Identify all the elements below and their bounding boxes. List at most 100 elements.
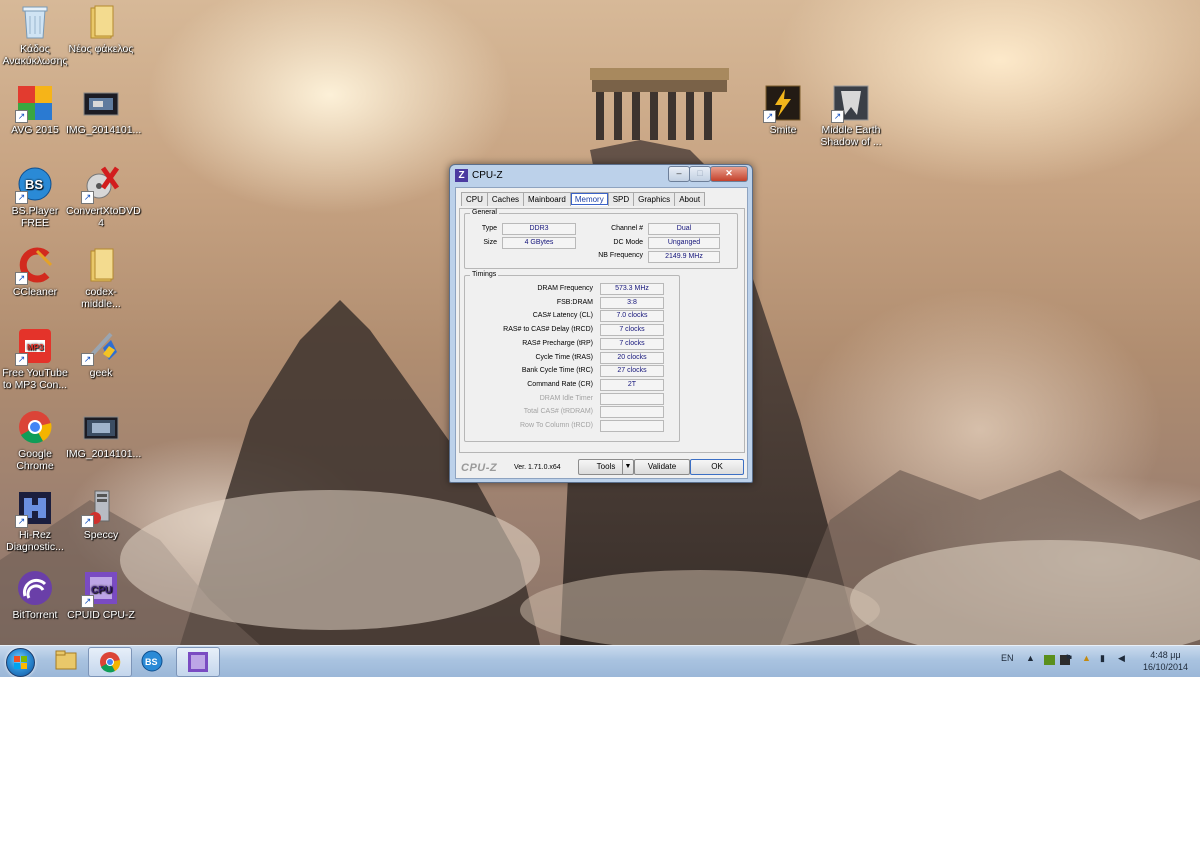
timing-label: Row To Column (tRCD) bbox=[520, 422, 593, 429]
bittorrent-icon bbox=[17, 570, 53, 606]
tab-caches[interactable]: Caches bbox=[486, 192, 525, 206]
timing-label: RAS# to CAS# Delay (tRCD) bbox=[503, 326, 593, 334]
chrome-icon bbox=[17, 409, 53, 445]
desktop-icon-codex-folder[interactable]: codex-middle... bbox=[66, 247, 136, 310]
nb-frequency-value: 2149.9 MHz bbox=[648, 251, 720, 263]
desktop-icon-label: IMG_2014101... bbox=[66, 448, 142, 460]
type-value: DDR3 bbox=[502, 223, 576, 235]
timing-value: 7 clocks bbox=[600, 324, 664, 337]
taskbar-google-chrome[interactable] bbox=[88, 647, 132, 677]
nvidia-icon[interactable] bbox=[1044, 655, 1055, 665]
bsplayer-icon: BS ↗ bbox=[15, 166, 53, 204]
folder-icon bbox=[83, 247, 119, 283]
taskbar-windows-explorer[interactable] bbox=[44, 647, 86, 675]
taskbar: BS EN ▲ ⚑ ▲ ▮ ◀ 4:48 μμ 16/10/2014 bbox=[0, 645, 1200, 677]
shortcut-arrow-icon: ↗ bbox=[15, 353, 28, 366]
tab-graphics[interactable]: Graphics bbox=[633, 192, 676, 206]
window-titlebar[interactable]: Z CPU-Z – □ ✕ bbox=[450, 165, 752, 186]
network-icon[interactable]: ▮ bbox=[1100, 653, 1105, 664]
clock[interactable]: 4:48 μμ 16/10/2014 bbox=[1143, 649, 1188, 673]
warning-icon[interactable]: ▲ bbox=[1082, 653, 1091, 663]
tab-mainboard[interactable]: Mainboard bbox=[523, 192, 571, 206]
hirez-icon: ↗ bbox=[15, 490, 53, 528]
tab-about[interactable]: About bbox=[674, 192, 706, 206]
desktop-icon-bittorrent[interactable]: BitTorrent bbox=[0, 570, 70, 621]
svg-text:CPU: CPU bbox=[91, 585, 112, 596]
close-button[interactable]: ✕ bbox=[710, 166, 748, 182]
shortcut-arrow-icon: ↗ bbox=[15, 110, 28, 123]
ok-button[interactable]: OK bbox=[690, 459, 744, 475]
tools-label: Tools bbox=[596, 462, 616, 471]
start-button[interactable] bbox=[6, 648, 35, 677]
image-file-icon bbox=[83, 409, 119, 445]
taskbar-bsplayer[interactable]: BS bbox=[132, 647, 174, 675]
desktop-icon-hirez-diagnostic[interactable]: ↗ Hi-Rez Diagnostic... bbox=[0, 490, 70, 553]
desktop-icon-smite[interactable]: ↗ Smite bbox=[748, 85, 818, 136]
desktop-icon-convertxtodvd[interactable]: ↗ ConvertXtoDVD 4 bbox=[66, 166, 141, 229]
tools-button[interactable]: Tools ▼ bbox=[578, 459, 634, 475]
mp3-icon: MP3 ↗ bbox=[15, 328, 53, 366]
dc-mode-label: DC Mode bbox=[613, 239, 643, 246]
timing-label: DRAM Frequency bbox=[537, 285, 593, 292]
volume-icon[interactable]: ◀ bbox=[1118, 653, 1125, 664]
desktop-icon-avg-2015[interactable]: ↗ AVG 2015 bbox=[0, 85, 70, 136]
size-label: Size bbox=[483, 239, 497, 246]
desktop-icon-ccleaner[interactable]: ↗ CCleaner bbox=[0, 247, 70, 298]
tab-strip: CPU Caches Mainboard Memory SPD Graphics… bbox=[461, 192, 706, 206]
language-indicator[interactable]: EN bbox=[1001, 653, 1014, 663]
memory-panel: General Type DDR3 Size 4 GBytes Channel … bbox=[459, 208, 745, 453]
desktop-icon-speccy[interactable]: ↗ Speccy bbox=[66, 490, 136, 541]
cpuz-brand: CPU-Z bbox=[461, 462, 498, 474]
shortcut-arrow-icon: ↗ bbox=[15, 191, 28, 204]
validate-button[interactable]: Validate bbox=[634, 459, 690, 475]
tab-memory[interactable]: Memory bbox=[569, 192, 609, 206]
desktop-icon-google-chrome[interactable]: Google Chrome bbox=[0, 409, 70, 472]
tools-dropdown-icon[interactable]: ▼ bbox=[622, 460, 633, 474]
desktop-icon-label: Κάδος Ανακύκλωσης bbox=[2, 43, 68, 67]
desktop-icon-label: geek bbox=[89, 367, 113, 379]
timing-value: 20 clocks bbox=[600, 351, 664, 364]
desktop-icon-label: AVG 2015 bbox=[11, 124, 59, 136]
shortcut-arrow-icon: ↗ bbox=[15, 272, 28, 285]
desktop-icon-label: Speccy bbox=[83, 529, 119, 541]
maximize-button[interactable]: □ bbox=[689, 166, 711, 182]
desktop-icon-cpuid-cpuz[interactable]: CPU ↗ CPUID CPU-Z bbox=[66, 570, 136, 621]
desktop-icon-label: CPUID CPU-Z bbox=[67, 609, 135, 621]
clock-time: 4:48 μμ bbox=[1150, 650, 1181, 660]
timing-label: DRAM Idle Timer bbox=[539, 394, 593, 402]
desktop-icon-label: Νέος φάκελος bbox=[68, 43, 134, 55]
tab-spd[interactable]: SPD bbox=[607, 192, 635, 206]
chrome-icon bbox=[100, 652, 121, 673]
timing-label: Cycle Time (tRAS) bbox=[535, 353, 593, 361]
desktop-icon-img-2[interactable]: IMG_2014101... bbox=[66, 409, 142, 460]
desktop: Κάδος Ανακύκλωσης Νέος φάκελος ↗ AVG 201… bbox=[0, 0, 1200, 645]
desktop-icon-bsplayer[interactable]: BS ↗ BS.Player FREE bbox=[0, 166, 70, 229]
cpuz-icon bbox=[188, 652, 208, 672]
tray-arrow-icon[interactable]: ▲ bbox=[1026, 653, 1035, 663]
timing-label: Bank Cycle Time (tRC) bbox=[521, 367, 593, 375]
cpuz-window[interactable]: Z CPU-Z – □ ✕ CPU Caches Mainboard Memor… bbox=[449, 164, 753, 483]
dc-mode-value: Unganged bbox=[648, 237, 720, 249]
tab-cpu[interactable]: CPU bbox=[461, 192, 488, 206]
windows-logo-icon bbox=[14, 656, 27, 669]
action-center-flag-icon[interactable]: ⚑ bbox=[1065, 653, 1073, 664]
desktop-icon-img-1[interactable]: IMG_2014101... bbox=[66, 85, 141, 136]
shortcut-arrow-icon: ↗ bbox=[763, 110, 776, 123]
channel-value: Dual bbox=[648, 223, 720, 235]
desktop-icon-label: Hi-Rez Diagnostic... bbox=[6, 529, 64, 553]
desktop-icon-new-folder[interactable]: Νέος φάκελος bbox=[66, 4, 136, 55]
desktop-icon-free-youtube-mp3[interactable]: MP3 ↗ Free YouTube to MP3 Con... bbox=[0, 328, 70, 391]
timings-group: Timings DRAM Frequency 573.3 MHz FSB:DRAM 3… bbox=[464, 271, 680, 442]
desktop-icon-geek[interactable]: ↗ geek bbox=[66, 328, 136, 379]
desktop-icon-label: CCleaner bbox=[12, 286, 58, 298]
desktop-icon-middle-earth[interactable]: ↗ Middle Earth Shadow of ... bbox=[816, 85, 886, 148]
taskbar-cpuz[interactable] bbox=[176, 647, 220, 677]
clock-date: 16/10/2014 bbox=[1142, 662, 1188, 672]
desktop-icon-label: Google Chrome bbox=[16, 448, 54, 472]
desktop-icon-recycle-bin[interactable]: Κάδος Ανακύκλωσης bbox=[0, 4, 70, 67]
cpuz-logo-icon: Z bbox=[455, 169, 468, 182]
folder-icon bbox=[83, 4, 119, 40]
minimize-button[interactable]: – bbox=[668, 166, 690, 182]
folder-icon bbox=[55, 650, 77, 670]
bsplayer-icon: BS bbox=[141, 650, 163, 672]
